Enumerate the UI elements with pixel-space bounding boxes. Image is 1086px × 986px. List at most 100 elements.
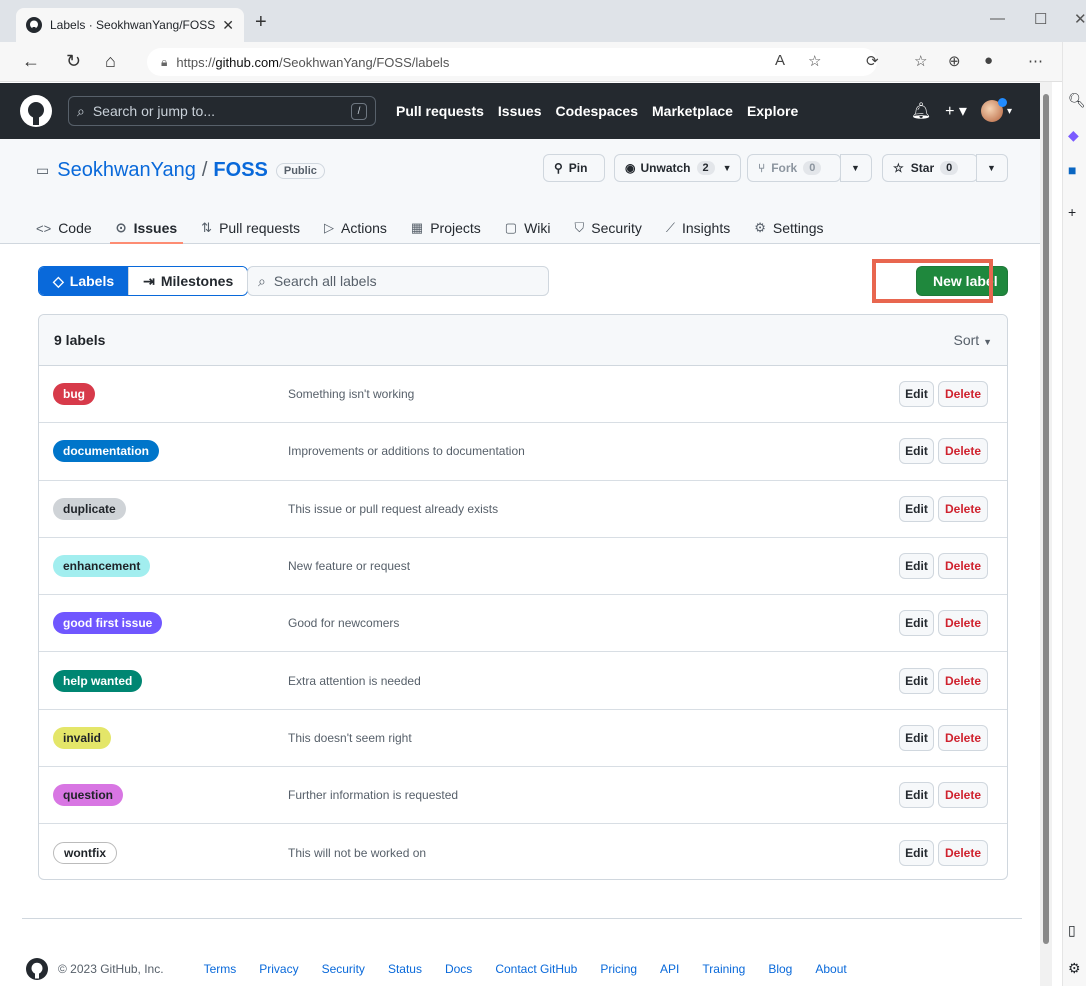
refresh-icon[interactable]: ↻ <box>66 51 81 71</box>
edit-label-button[interactable]: Edit <box>899 610 934 637</box>
footer-link[interactable]: API <box>660 962 679 976</box>
tab-code[interactable]: <> Code <box>24 213 104 243</box>
label-pill[interactable]: duplicate <box>53 497 126 520</box>
more-icon[interactable]: ⋯ <box>1028 52 1043 70</box>
close-window-icon[interactable]: ✕ <box>1074 10 1086 28</box>
collections-icon[interactable]: ⊕ <box>948 52 961 70</box>
tab-pull-requests[interactable]: ⇅ Pull requests <box>189 213 312 243</box>
notification-bell-icon[interactable]: 🔔︎ <box>911 101 931 121</box>
footer-link[interactable]: Security <box>322 962 365 976</box>
footer-link[interactable]: Blog <box>768 962 792 976</box>
subnav-labels[interactable]: ◇ Labels <box>39 267 129 295</box>
delete-label-button[interactable]: Delete <box>938 495 988 522</box>
label-pill[interactable]: documentation <box>53 440 159 463</box>
tab-security[interactable]: ⛉ Security <box>563 213 654 243</box>
edit-label-button[interactable]: Edit <box>899 724 934 751</box>
fork-menu-button[interactable]: ▼ <box>840 154 872 182</box>
home-icon[interactable]: ⌂ <box>105 51 116 71</box>
add-sidebar-icon[interactable]: + <box>1068 204 1076 220</box>
nav-pull-requests[interactable]: Pull requests <box>396 103 484 119</box>
minimize-icon[interactable]: — <box>990 10 1005 27</box>
favorites-icon[interactable]: ☆ <box>914 52 927 70</box>
footer-link[interactable]: Training <box>702 962 745 976</box>
profile-icon[interactable]: ● <box>984 52 993 69</box>
delete-label-button[interactable]: Delete <box>938 610 988 637</box>
footer-link[interactable]: Status <box>388 962 422 976</box>
sort-dropdown[interactable]: Sort ▼ <box>954 332 993 348</box>
search-sidebar-icon[interactable]: 🔍︎ <box>1068 92 1086 109</box>
star-menu-button[interactable]: ▼ <box>976 154 1008 182</box>
footer-link[interactable]: About <box>815 962 846 976</box>
delete-label-button[interactable]: Delete <box>938 667 988 694</box>
tab-projects[interactable]: ▦ Projects <box>399 213 493 243</box>
label-pill[interactable]: question <box>53 784 123 807</box>
edit-label-button[interactable]: Edit <box>899 840 934 867</box>
url-domain: github.com <box>215 54 280 70</box>
unwatch-button[interactable]: ◉ Unwatch 2 ▼ <box>614 154 741 182</box>
browser-tab[interactable]: Labels · SeokhwanYang/FOSS ✕ <box>16 8 244 42</box>
footer-link[interactable]: Pricing <box>600 962 637 976</box>
edit-label-button[interactable]: Edit <box>899 438 934 465</box>
edit-label-button[interactable]: Edit <box>899 667 934 694</box>
eye-icon: ◉ <box>625 161 636 175</box>
nav-codespaces[interactable]: Codespaces <box>556 103 638 119</box>
delete-label-button[interactable]: Delete <box>938 782 988 809</box>
sidebar-toggle-icon[interactable]: ▯ <box>1068 922 1076 939</box>
github-logo-icon[interactable] <box>20 95 52 127</box>
new-tab-icon[interactable]: + <box>255 12 267 32</box>
create-new-icon[interactable]: + ▾ <box>945 101 967 121</box>
edit-label-button[interactable]: Edit <box>899 381 934 408</box>
delete-label-button[interactable]: Delete <box>938 840 988 867</box>
repo-owner-link[interactable]: SeokhwanYang <box>57 159 196 182</box>
tab-actions[interactable]: ▷ Actions <box>312 213 399 243</box>
github-footer-logo-icon[interactable] <box>26 958 48 980</box>
maximize-icon[interactable]: ☐ <box>1034 10 1047 28</box>
settings-sidebar-icon[interactable]: ⚙ <box>1068 960 1081 977</box>
pin-button[interactable]: ⚲ Pin <box>543 154 605 182</box>
footer-link[interactable]: Privacy <box>259 962 298 976</box>
edit-label-button[interactable]: Edit <box>899 553 934 580</box>
edit-label-button[interactable]: Edit <box>899 782 934 809</box>
page-scrollbar[interactable] <box>1040 82 1052 986</box>
tab-settings[interactable]: ⚙ Settings <box>742 213 835 243</box>
outlook-icon[interactable]: ■ <box>1068 162 1076 178</box>
refresh-tab-icon[interactable]: ⟳ <box>866 52 879 70</box>
label-search-input[interactable]: ⌕ Search all labels <box>247 266 549 296</box>
star-button[interactable]: ☆ Star 0 <box>882 154 978 182</box>
scrollbar-thumb[interactable] <box>1043 94 1049 944</box>
label-pill[interactable]: enhancement <box>53 555 151 578</box>
delete-label-button[interactable]: Delete <box>938 438 988 465</box>
star-label: Star <box>910 161 935 175</box>
subnav-milestones[interactable]: ⇥ Milestones <box>128 267 248 295</box>
nav-issues[interactable]: Issues <box>498 103 542 119</box>
back-icon[interactable]: ← <box>22 51 40 71</box>
tab-insights[interactable]: ⟋ Insights <box>654 213 742 243</box>
nav-explore[interactable]: Explore <box>747 103 798 119</box>
nav-marketplace[interactable]: Marketplace <box>652 103 733 119</box>
repo-name-link[interactable]: FOSS <box>213 159 267 182</box>
delete-label-button[interactable]: Delete <box>938 724 988 751</box>
fork-button[interactable]: ⑂ Fork 0 <box>747 154 841 182</box>
add-favorite-icon[interactable]: ☆ <box>808 52 821 70</box>
delete-label-button[interactable]: Delete <box>938 381 988 408</box>
label-pill[interactable]: help wanted <box>53 669 143 692</box>
footer-link[interactable]: Contact GitHub <box>495 962 577 976</box>
label-pill[interactable]: wontfix <box>53 842 117 865</box>
label-pill[interactable]: invalid <box>53 726 112 749</box>
copilot-icon[interactable]: ◆ <box>1068 127 1079 144</box>
global-search-input[interactable]: ⌕ Search or jump to... / <box>68 96 376 126</box>
tab-issues[interactable]: ⊙ Issues <box>104 213 190 244</box>
avatar[interactable] <box>980 98 1007 122</box>
edit-label-button[interactable]: Edit <box>899 495 934 522</box>
read-aloud-icon[interactable]: A <box>775 52 785 69</box>
footer-link[interactable]: Docs <box>445 962 472 976</box>
avatar-caret-icon[interactable]: ▾ <box>1007 106 1012 117</box>
label-pill[interactable]: bug <box>53 383 95 406</box>
tab-wiki[interactable]: ▢ Wiki <box>493 213 563 243</box>
footer-link[interactable]: Terms <box>204 962 237 976</box>
label-pill[interactable]: good first issue <box>53 612 163 635</box>
address-bar[interactable]: 🔒︎ https://github.com/SeokhwanYang/FOSS/… <box>147 48 877 76</box>
delete-label-button[interactable]: Delete <box>938 553 988 580</box>
tab-close-icon[interactable]: ✕ <box>222 17 234 34</box>
watch-count: 2 <box>696 161 715 175</box>
